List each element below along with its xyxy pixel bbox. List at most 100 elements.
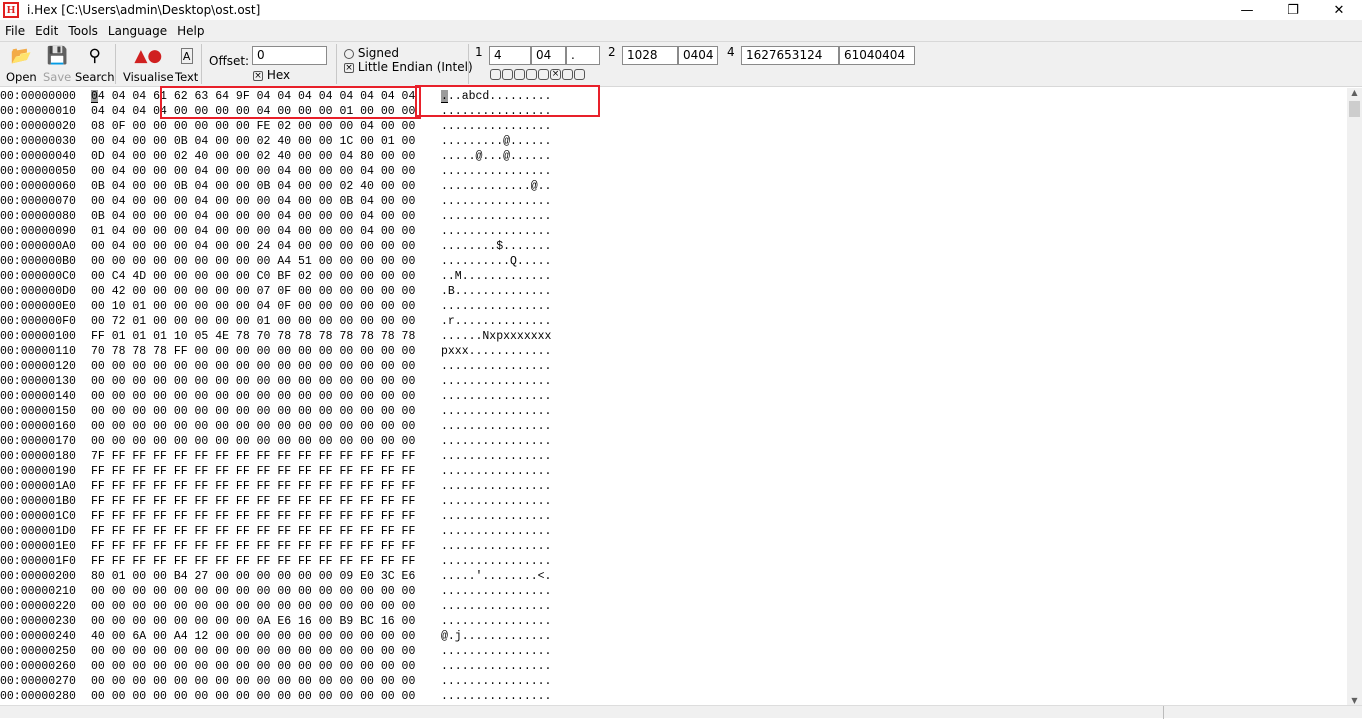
- row-ascii[interactable]: ................: [441, 539, 551, 554]
- menu-help[interactable]: Help: [177, 24, 204, 38]
- row-ascii[interactable]: ................: [441, 614, 551, 629]
- row-ascii[interactable]: .r..............: [441, 314, 551, 329]
- row-ascii[interactable]: ................: [441, 299, 551, 314]
- row-hex-bytes[interactable]: 00 00 00 00 00 00 00 00 00 00 00 00 00 0…: [91, 359, 415, 374]
- signed-checkbox[interactable]: Signed: [344, 46, 399, 60]
- row-ascii[interactable]: ................: [441, 659, 551, 674]
- hex-view[interactable]: 00:00000000 04 04 04 61 62 63 64 9F 04 04…: [0, 88, 1347, 705]
- int8-decimal-field[interactable]: 4: [489, 46, 531, 65]
- vertical-scrollbar[interactable]: ▲ ▼: [1347, 88, 1362, 705]
- little-endian-checkbox[interactable]: × Little Endian (Intel): [344, 60, 473, 74]
- row-ascii[interactable]: ................: [441, 359, 551, 374]
- bit-checkbox[interactable]: [490, 69, 501, 80]
- menu-file[interactable]: File: [5, 24, 25, 38]
- bit-checkbox[interactable]: [526, 69, 537, 80]
- row-hex-bytes[interactable]: 00 04 00 00 00 04 00 00 00 04 00 00 00 0…: [91, 164, 415, 179]
- row-ascii[interactable]: ................: [441, 419, 551, 434]
- bit-checkbox[interactable]: [502, 69, 513, 80]
- row-ascii[interactable]: ................: [441, 404, 551, 419]
- row-ascii[interactable]: ................: [441, 449, 551, 464]
- scroll-down-icon[interactable]: ▼: [1347, 696, 1362, 705]
- row-ascii[interactable]: ................: [441, 224, 551, 239]
- row-hex-bytes[interactable]: 00 00 00 00 00 00 00 00 00 00 00 00 00 0…: [91, 434, 415, 449]
- row-hex-bytes[interactable]: 00 00 00 00 00 00 00 00 00 00 00 00 00 0…: [91, 404, 415, 419]
- row-hex-bytes[interactable]: FF FF FF FF FF FF FF FF FF FF FF FF FF F…: [91, 464, 415, 479]
- row-hex-bytes[interactable]: 7F FF FF FF FF FF FF FF FF FF FF FF FF F…: [91, 449, 415, 464]
- row-ascii[interactable]: ................: [441, 524, 551, 539]
- menu-edit[interactable]: Edit: [35, 24, 58, 38]
- text-button[interactable]: A Text: [175, 42, 198, 86]
- row-hex-bytes[interactable]: 0B 04 00 00 0B 04 00 00 0B 04 00 00 02 4…: [91, 179, 415, 194]
- row-ascii[interactable]: ................: [441, 509, 551, 524]
- row-hex-bytes[interactable]: FF 01 01 01 10 05 4E 78 70 78 78 78 78 7…: [91, 329, 415, 344]
- hex-checkbox[interactable]: × Hex: [253, 68, 290, 82]
- row-hex-bytes[interactable]: 80 01 00 00 B4 27 00 00 00 00 00 00 09 E…: [91, 569, 415, 584]
- row-ascii[interactable]: ................: [441, 644, 551, 659]
- row-ascii[interactable]: ................: [441, 164, 551, 179]
- row-hex-bytes[interactable]: 00 00 00 00 00 00 00 00 00 00 00 00 00 0…: [91, 389, 415, 404]
- open-button[interactable]: 📂 Open: [6, 42, 37, 86]
- save-button[interactable]: 💾 Save: [43, 42, 71, 86]
- row-hex-bytes[interactable]: 00 00 00 00 00 00 00 00 00 00 00 00 00 0…: [91, 599, 415, 614]
- row-ascii[interactable]: @.j.............: [441, 629, 551, 644]
- row-hex-bytes[interactable]: 00 10 01 00 00 00 00 00 04 0F 00 00 00 0…: [91, 299, 415, 314]
- close-button[interactable]: ✕: [1316, 0, 1362, 20]
- int32-hex-field[interactable]: 61040404: [839, 46, 915, 65]
- row-hex-bytes[interactable]: 00 00 00 00 00 00 00 00 00 00 00 00 00 0…: [91, 374, 415, 389]
- bit-checkbox[interactable]: [574, 69, 585, 80]
- row-hex-bytes[interactable]: 00 00 00 00 00 00 00 00 00 00 00 00 00 0…: [91, 584, 415, 599]
- row-hex-bytes[interactable]: FF FF FF FF FF FF FF FF FF FF FF FF FF F…: [91, 509, 415, 524]
- row-ascii[interactable]: ................: [441, 689, 551, 704]
- row-hex-bytes[interactable]: 00 72 01 00 00 00 00 00 01 00 00 00 00 0…: [91, 314, 415, 329]
- row-ascii[interactable]: ................: [441, 464, 551, 479]
- row-hex-bytes[interactable]: 70 78 78 78 FF 00 00 00 00 00 00 00 00 0…: [91, 344, 415, 359]
- row-hex-bytes[interactable]: 00 00 00 00 00 00 00 00 00 00 00 00 00 0…: [91, 644, 415, 659]
- row-ascii[interactable]: .............@..: [441, 179, 551, 194]
- row-hex-bytes[interactable]: 00 04 00 00 0B 04 00 00 02 40 00 00 1C 0…: [91, 134, 415, 149]
- char-field[interactable]: .: [566, 46, 600, 65]
- visualise-button[interactable]: ▲● Visualise: [123, 42, 174, 86]
- row-ascii[interactable]: ................: [441, 584, 551, 599]
- row-hex-bytes[interactable]: 00 00 00 00 00 00 00 00 00 A4 51 00 00 0…: [91, 254, 415, 269]
- scroll-up-icon[interactable]: ▲: [1347, 88, 1362, 97]
- row-ascii[interactable]: ................: [441, 674, 551, 689]
- row-hex-bytes[interactable]: FF FF FF FF FF FF FF FF FF FF FF FF FF F…: [91, 524, 415, 539]
- row-hex-bytes[interactable]: 00 42 00 00 00 00 00 00 07 0F 00 00 00 0…: [91, 284, 415, 299]
- row-hex-bytes[interactable]: 00 04 00 00 00 04 00 00 24 04 00 00 00 0…: [91, 239, 415, 254]
- row-ascii[interactable]: .....@...@......: [441, 149, 551, 164]
- menu-tools[interactable]: Tools: [68, 24, 98, 38]
- bit-checkbox[interactable]: [514, 69, 525, 80]
- bit-checkbox[interactable]: [538, 69, 549, 80]
- row-ascii[interactable]: pxxx............: [441, 344, 551, 359]
- bit-checkbox[interactable]: [562, 69, 573, 80]
- row-hex-bytes[interactable]: FF FF FF FF FF FF FF FF FF FF FF FF FF F…: [91, 554, 415, 569]
- row-hex-bytes[interactable]: FF FF FF FF FF FF FF FF FF FF FF FF FF F…: [91, 494, 415, 509]
- row-ascii[interactable]: ................: [441, 599, 551, 614]
- row-ascii[interactable]: ................: [441, 479, 551, 494]
- row-hex-bytes[interactable]: FF FF FF FF FF FF FF FF FF FF FF FF FF F…: [91, 479, 415, 494]
- row-hex-bytes[interactable]: 00 00 00 00 00 00 00 00 00 00 00 00 00 0…: [91, 419, 415, 434]
- row-hex-bytes[interactable]: 00 00 00 00 00 00 00 00 00 00 00 00 00 0…: [91, 674, 415, 689]
- restore-button[interactable]: ❐: [1270, 0, 1316, 20]
- row-hex-bytes[interactable]: 00 00 00 00 00 00 00 00 0A E6 16 00 B9 B…: [91, 614, 415, 629]
- row-ascii[interactable]: ..M.............: [441, 269, 551, 284]
- row-ascii[interactable]: ................: [441, 119, 551, 134]
- row-ascii[interactable]: ................: [441, 494, 551, 509]
- int16-hex-field[interactable]: 0404: [678, 46, 718, 65]
- row-hex-bytes[interactable]: 08 0F 00 00 00 00 00 00 FE 02 00 00 00 0…: [91, 119, 415, 134]
- row-hex-bytes[interactable]: 00 04 00 00 00 04 00 00 00 04 00 00 0B 0…: [91, 194, 415, 209]
- row-ascii[interactable]: ................: [441, 194, 551, 209]
- row-ascii[interactable]: .........@......: [441, 134, 551, 149]
- offset-input[interactable]: 0: [252, 46, 327, 65]
- row-hex-bytes[interactable]: 0D 04 00 00 02 40 00 00 02 40 00 00 04 8…: [91, 149, 415, 164]
- row-ascii[interactable]: ......Nxpxxxxxxx: [441, 329, 551, 344]
- row-hex-bytes[interactable]: 00 00 00 00 00 00 00 00 00 00 00 00 00 0…: [91, 659, 415, 674]
- row-ascii[interactable]: ................: [441, 434, 551, 449]
- row-ascii[interactable]: ................: [441, 209, 551, 224]
- row-hex-bytes[interactable]: 40 00 6A 00 A4 12 00 00 00 00 00 00 00 0…: [91, 629, 415, 644]
- row-ascii[interactable]: .B..............: [441, 284, 551, 299]
- int32-decimal-field[interactable]: 1627653124: [741, 46, 839, 65]
- row-ascii[interactable]: ................: [441, 374, 551, 389]
- row-ascii[interactable]: ................: [441, 554, 551, 569]
- row-hex-bytes[interactable]: 0B 04 00 00 00 04 00 00 00 04 00 00 00 0…: [91, 209, 415, 224]
